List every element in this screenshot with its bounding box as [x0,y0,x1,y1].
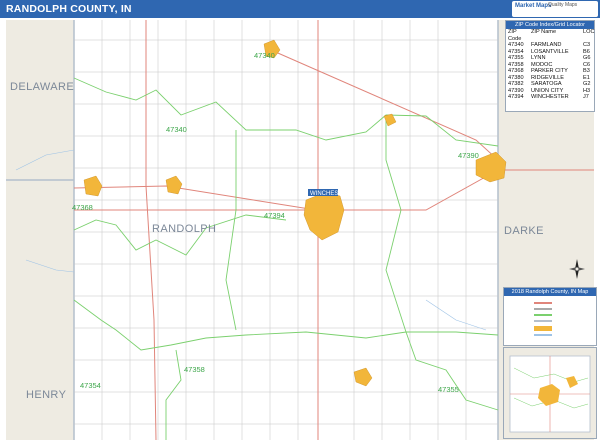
header-bar: RANDOLPH COUNTY, IN Market Maps Quality … [0,0,600,18]
brand-logo-text: Market Maps [515,3,552,9]
county-label-delaware: DELAWARE [10,81,74,93]
page-title: RANDOLPH COUNTY, IN [6,3,132,15]
zip-table-col-name: ZIP Name [531,29,557,35]
zip-name-cell: WINCHESTER [531,94,569,100]
north-arrow-icon [569,259,585,279]
zip-table-title: ZIP Code Index/Grid Locator [506,21,594,29]
brand-logo: Market Maps Quality Maps [512,1,598,17]
zip-label-47368: 47368 [72,203,93,212]
inset-locator-map [503,347,597,439]
zip-loc-cell: J7 [583,94,589,100]
county-label-darke: DARKE [504,225,544,237]
legend-title: 2018 Randolph County, IN Map [504,288,596,296]
legend-swatch-road [534,308,552,310]
zip-label-47394: 47394 [264,211,285,220]
place-label-winchester: WINCHESTER [310,191,351,197]
brand-sub-text: Quality Maps [548,2,578,8]
zip-code-index-table: ZIP Code Index/Grid Locator ZIP Code ZIP… [505,20,595,112]
zip-table-col-zip: ZIP Code [508,29,522,42]
zip-table-header: ZIP Code ZIP Name LOC [506,29,595,42]
zip-label-47355: 47355 [438,385,459,394]
zip-label-47358: 47358 [184,365,205,374]
randolph-county-area [74,20,498,440]
zip-label-47340-north: 47340 [254,51,275,60]
table-row: 47394 WINCHESTER J7 [506,94,594,101]
legend-swatch-county [534,320,552,322]
map-legend: 2018 Randolph County, IN Map [503,287,597,346]
legend-swatch-city [534,326,552,331]
map-window: RANDOLPH COUNTY, IN Market Maps Quality … [0,0,600,442]
legend-swatch-zip [534,314,552,316]
zip-table-col-loc: LOC [583,29,595,35]
legend-swatch-highway [534,302,552,304]
county-label-henry: HENRY [26,389,67,401]
zip-code-cell: 47394 [508,94,524,100]
zip-label-47340-mid: 47340 [166,125,187,134]
zip-label-47390: 47390 [458,151,479,160]
zip-label-47354: 47354 [80,381,101,390]
county-label-randolph: RANDOLPH [152,223,216,235]
legend-swatch-water [534,334,552,336]
